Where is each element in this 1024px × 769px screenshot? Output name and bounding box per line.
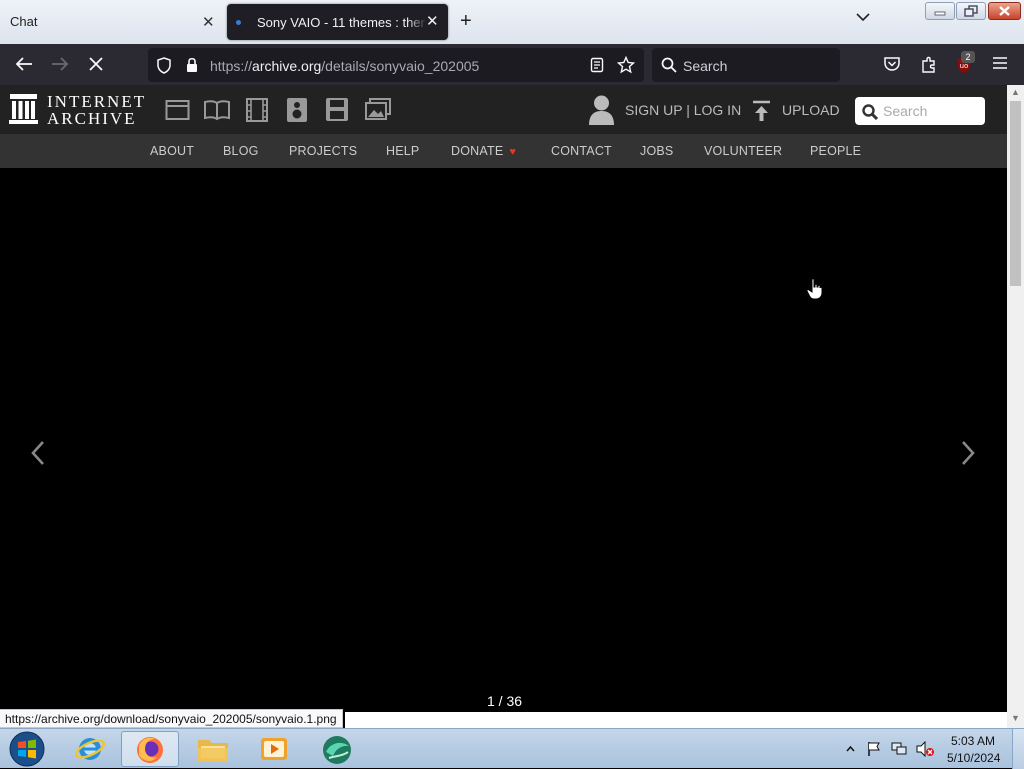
minimize-icon	[934, 11, 946, 16]
menu-people[interactable]: PEOPLE	[810, 144, 861, 158]
show-hidden-icons-icon[interactable]	[846, 745, 855, 752]
taskbar-media-player[interactable]	[245, 731, 303, 767]
folder-icon	[198, 740, 228, 761]
upload-arrow-icon[interactable]	[752, 100, 771, 122]
previous-image-chevron-icon[interactable]	[30, 440, 46, 466]
tab-chat[interactable]: Chat ✕	[0, 4, 222, 40]
video-film-icon[interactable]	[245, 97, 269, 123]
svg-text:uo: uo	[960, 62, 969, 70]
lock-icon[interactable]	[185, 56, 199, 74]
taskbar-internet-explorer[interactable]	[60, 731, 118, 767]
url-text[interactable]: https://archive.org/details/sonyvaio_202…	[210, 58, 479, 74]
restore-button[interactable]	[956, 2, 986, 20]
shield-icon[interactable]	[156, 57, 172, 74]
clock-date[interactable]: 5/10/2024	[947, 751, 1000, 765]
menu-contact[interactable]: CONTACT	[551, 144, 612, 158]
browser-search-field[interactable]: Search	[652, 48, 840, 82]
menu-volunteer[interactable]: VOLUNTEER	[704, 144, 782, 158]
menu-hamburger-icon[interactable]	[992, 56, 1008, 70]
volume-muted-icon[interactable]	[915, 741, 935, 757]
next-image-chevron-icon[interactable]	[960, 440, 976, 466]
clock-time[interactable]: 5:03 AM	[951, 734, 995, 748]
ia-header: INTERNET ARCHIVE SIGN UP | LOG IN UPLOAD…	[0, 85, 1007, 134]
back-arrow-icon[interactable]	[15, 56, 33, 72]
archive-search-placeholder: Search	[883, 103, 928, 119]
taskbar-firefox[interactable]	[121, 731, 179, 767]
logo-line-internet: INTERNET	[47, 92, 147, 111]
logo-line-archive: ARCHIVE	[47, 109, 137, 128]
heart-icon: ♥	[509, 146, 517, 158]
close-icon	[999, 6, 1010, 16]
menu-about[interactable]: ABOUT	[150, 144, 194, 158]
sign-up-log-in-link[interactable]: SIGN UP | LOG IN	[625, 102, 741, 118]
firefox-icon	[137, 737, 163, 763]
scroll-up-icon[interactable]: ▲	[1011, 87, 1020, 97]
scroll-down-icon[interactable]: ▼	[1011, 713, 1020, 723]
close-tab-icon[interactable]: ✕	[202, 15, 215, 30]
windows-start-icon[interactable]	[8, 730, 46, 768]
archive-top-menu: ABOUT BLOG PROJECTS HELP DONATE ♥ CONTACT…	[0, 134, 1007, 168]
texts-book-icon[interactable]	[204, 99, 230, 121]
list-all-tabs-icon[interactable]	[856, 12, 870, 22]
forward-arrow-icon[interactable]	[51, 56, 69, 72]
close-tab-icon[interactable]: ✕	[426, 14, 439, 29]
taskbar-file-explorer[interactable]	[184, 731, 242, 767]
menu-blog[interactable]: BLOG	[223, 144, 259, 158]
menu-donate-label: DONATE	[451, 144, 504, 158]
media-player-icon	[261, 738, 287, 760]
reader-view-icon[interactable]	[590, 57, 604, 73]
image-counter: 1 / 36	[487, 693, 523, 709]
page-scrollbar[interactable]: ▲ ▼	[1007, 85, 1024, 728]
loading-dot-icon	[236, 20, 241, 25]
stop-loading-icon[interactable]	[88, 56, 104, 72]
extensions-puzzle-icon[interactable]	[920, 56, 937, 73]
scrollbar-thumb[interactable]	[1010, 101, 1021, 286]
menu-help[interactable]: HELP	[386, 144, 419, 158]
globe-app-icon	[323, 736, 351, 764]
tab-chat-label: Chat	[10, 14, 38, 29]
network-icon[interactable]	[890, 741, 908, 757]
user-avatar-icon[interactable]	[588, 94, 615, 126]
tab-sony-vaio-label: Sony VAIO - 11 themes : theme	[257, 15, 425, 30]
tab-sony-vaio[interactable]: Sony VAIO - 11 themes : theme ✕	[227, 4, 448, 40]
pocket-icon[interactable]	[883, 56, 901, 72]
archive-search-input[interactable]: Search	[855, 97, 985, 125]
bookmark-star-icon[interactable]	[617, 56, 635, 74]
restore-icon	[964, 5, 978, 17]
software-floppy-icon[interactable]	[325, 97, 349, 122]
search-icon	[661, 57, 677, 73]
internet-explorer-icon	[74, 738, 106, 760]
navigation-toolbar: https://archive.org/details/sonyvaio_202…	[0, 44, 1024, 85]
audio-speaker-icon[interactable]	[286, 97, 308, 123]
ia-logo-text[interactable]: INTERNET ARCHIVE	[47, 93, 146, 127]
tab-strip: Chat ✕ Sony VAIO - 11 themes : theme ✕ +	[0, 0, 1024, 44]
images-icon[interactable]	[365, 98, 391, 120]
browser-search-placeholder: Search	[683, 58, 728, 74]
web-archive-icon[interactable]	[165, 99, 190, 121]
url-bar[interactable]: https://archive.org/details/sonyvaio_202…	[148, 48, 644, 82]
action-center-flag-icon[interactable]	[866, 741, 882, 757]
show-desktop-button[interactable]	[1012, 729, 1024, 769]
image-viewer[interactable]: 1 / 36	[0, 168, 1007, 712]
status-link-preview: https://archive.org/download/sonyvaio_20…	[0, 709, 343, 728]
close-window-button[interactable]	[988, 2, 1021, 20]
hand-cursor-icon	[806, 278, 823, 300]
upload-link[interactable]: UPLOAD	[782, 102, 840, 118]
menu-projects[interactable]: PROJECTS	[289, 144, 357, 158]
search-icon	[862, 104, 878, 120]
taskbar-app-globe[interactable]	[307, 731, 365, 767]
menu-donate[interactable]: DONATE ♥	[451, 144, 516, 158]
new-tab-icon[interactable]: +	[460, 10, 472, 33]
extension-count-badge: 2	[961, 51, 975, 63]
minimize-button[interactable]	[925, 2, 955, 20]
menu-jobs[interactable]: JOBS	[640, 144, 673, 158]
windows-taskbar: 5:03 AM 5/10/2024	[0, 728, 1024, 769]
archive-logo-icon[interactable]	[9, 93, 38, 125]
